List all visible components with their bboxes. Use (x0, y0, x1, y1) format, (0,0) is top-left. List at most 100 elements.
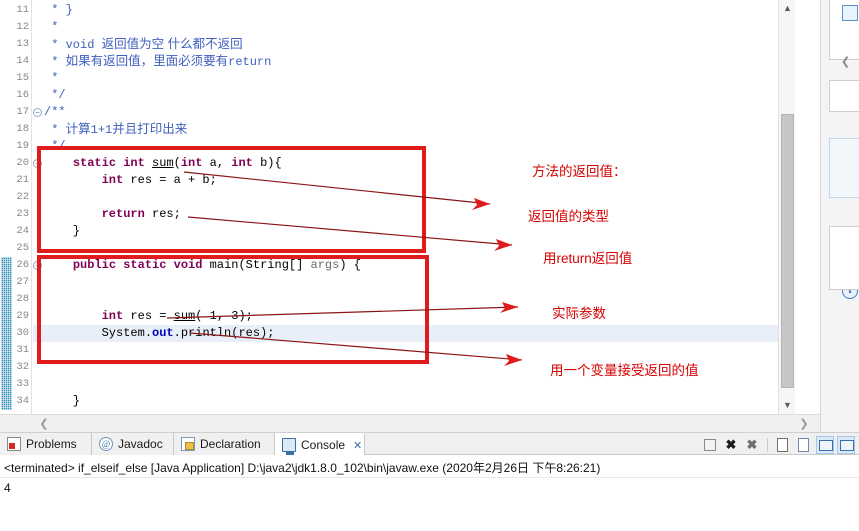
scroll-lock-icon[interactable] (795, 436, 813, 454)
code-line[interactable]: * 如果有返回值，里面必须要有return (44, 53, 271, 70)
bottom-view-panel[interactable]: Problems @ Javadoc Declaration Console ✕ ✖ ✖ … (0, 432, 859, 531)
code-token: (String[] (238, 258, 311, 272)
editor-vertical-scrollbar[interactable]: ▲ ▼ (778, 0, 795, 414)
problems-icon (7, 437, 21, 451)
code-line[interactable]: } (44, 223, 80, 240)
code-token: int (123, 156, 145, 170)
code-token: * } (44, 3, 73, 17)
tab-javadoc[interactable]: @ Javadoc (92, 433, 174, 455)
right-side-panels[interactable]: ❮ i ❮ (820, 0, 859, 516)
line-number: 19 (16, 140, 29, 152)
code-line[interactable]: return res; (44, 206, 181, 223)
code-token: int (180, 156, 203, 170)
code-line[interactable]: * } (44, 2, 73, 19)
code-text-layer[interactable]: * } * * void 返回值为空 什么都不返回 * 如果有返回值，里面必须要… (44, 0, 795, 414)
line-number: 34 (16, 395, 29, 407)
line-number: 22 (16, 191, 29, 203)
code-token: 如果有返回值，里面必须要有 (65, 54, 229, 68)
javadoc-icon: @ (99, 437, 113, 451)
fold-toggle-icon[interactable] (33, 261, 42, 270)
tab-declaration[interactable]: Declaration (174, 433, 275, 455)
declaration-icon (181, 437, 195, 451)
display-selected-console-icon[interactable] (837, 435, 855, 454)
annotation-label: 返回值的类型 (528, 209, 609, 224)
code-line[interactable]: */ (44, 138, 66, 155)
line-number: 30 (16, 327, 29, 339)
warning-marker-panel[interactable] (829, 80, 859, 185)
code-token: public (72, 258, 117, 272)
code-token: * (44, 123, 66, 137)
line-number: 24 (16, 225, 29, 237)
code-token: * (44, 71, 59, 85)
pin-console-icon[interactable] (816, 435, 834, 454)
info-marker-panel[interactable]: i (829, 138, 859, 299)
line-number: 21 (16, 174, 29, 186)
code-token: sum (173, 309, 196, 323)
outline-panel-icon[interactable] (829, 0, 859, 60)
code-line[interactable]: public static void main(String[] args) { (44, 257, 361, 274)
chevron-left-icon[interactable]: ❮ (34, 415, 54, 432)
code-token: */ (44, 139, 66, 153)
line-number: 12 (16, 21, 29, 33)
line-number: 32 (16, 361, 29, 373)
terminate-all-icon[interactable] (701, 436, 719, 454)
close-icon[interactable]: ✕ (353, 439, 362, 452)
code-line[interactable]: int res = a + b; (44, 172, 217, 189)
code-token: 并且打印出来 (112, 122, 188, 136)
console-output-text: 4 (4, 481, 11, 495)
tree-view-panel[interactable]: ❮ (829, 226, 859, 516)
line-number: 14 (16, 55, 29, 67)
code-line[interactable]: /** (44, 104, 66, 121)
line-number: 28 (16, 293, 29, 305)
code-line[interactable]: System.out.println(res); (44, 325, 275, 342)
code-token: int (101, 173, 124, 187)
line-number: 15 (16, 72, 29, 84)
tab-label: Problems (26, 437, 77, 451)
chevron-up-icon[interactable]: ▲ (779, 0, 796, 17)
vertical-scrollbar-thumb[interactable] (781, 114, 794, 388)
tab-label: Console (301, 438, 346, 452)
code-token: 1+1 (90, 123, 113, 137)
clear-console-icon[interactable] (774, 436, 792, 454)
annotation-label: 实际参数 (552, 306, 606, 321)
line-number: 11 (16, 4, 29, 16)
chevron-down-icon[interactable]: ▼ (779, 397, 796, 414)
annotation-label: 方法的返回值： (532, 164, 627, 179)
code-token: int (101, 309, 124, 323)
code-token: res = (123, 309, 174, 323)
code-token: .println(res); (173, 326, 275, 340)
annotation-label: 用return返回值 (543, 251, 633, 266)
code-line[interactable]: */ (44, 87, 65, 104)
code-line[interactable]: * (44, 19, 58, 36)
code-token: b){ (252, 156, 282, 170)
code-token: * (44, 55, 66, 69)
code-line[interactable]: int res = sum( 1, 3); (44, 308, 253, 325)
console-toolbar[interactable]: ✖ ✖ (701, 435, 855, 454)
tab-console[interactable]: Console ✕ (275, 433, 365, 455)
code-token: res = a + b; (123, 173, 217, 187)
line-number: 18 (16, 123, 29, 135)
code-token: * (44, 20, 59, 34)
collapse-arrow-icon[interactable]: ❮ (841, 55, 857, 71)
line-number: 23 (16, 208, 29, 220)
code-line[interactable]: * (44, 70, 58, 87)
editor-horizontal-scrollbar[interactable]: ❮ ❯ (0, 414, 820, 432)
code-line[interactable]: static int sum(int a, int b){ (44, 155, 282, 172)
editor-viewport[interactable]: 11 12 13 14 15 16 17 18 19 20 21 22 23 24 25 26 27 28 29 30… (0, 0, 795, 414)
remove-all-terminated-icon[interactable]: ✖ (743, 436, 761, 454)
chevron-right-icon[interactable]: ❯ (794, 415, 814, 432)
fold-toggle-icon[interactable] (33, 159, 42, 168)
code-line[interactable]: } (44, 393, 80, 410)
fold-toggle-icon[interactable] (33, 108, 42, 117)
tab-problems[interactable]: Problems (0, 433, 92, 455)
code-token: static (123, 258, 167, 272)
code-token: out (152, 326, 174, 340)
code-token: return (228, 55, 272, 69)
remove-launch-icon[interactable]: ✖ (722, 436, 740, 454)
code-line[interactable]: * 计算1+1并且打印出来 (44, 121, 187, 138)
eclipse-ide-window: 11 12 13 14 15 16 17 18 19 20 21 22 23 24 25 26 27 28 29 30… (0, 0, 859, 531)
code-line[interactable]: * void 返回值为空 什么都不返回 (44, 36, 242, 53)
